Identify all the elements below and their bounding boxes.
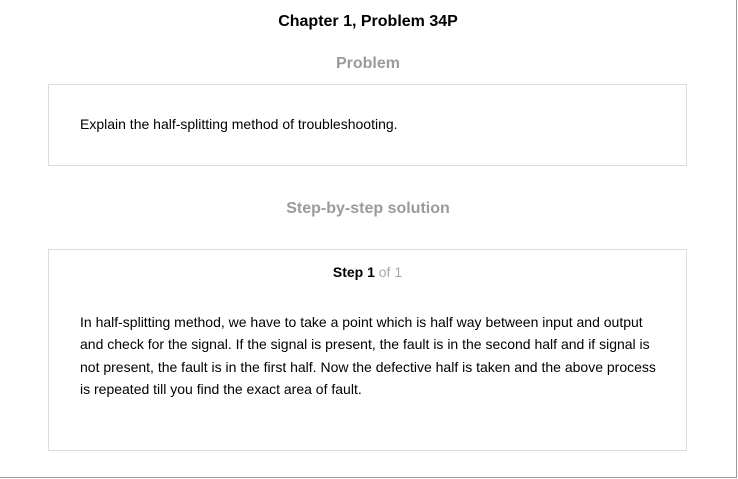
step-text: In half-splitting method, we have to tak… [80, 314, 656, 397]
solution-heading: Step-by-step solution [286, 200, 450, 217]
problem-box: Explain the half-splitting method of tro… [48, 84, 687, 166]
problem-text: Explain the half-splitting method of tro… [80, 116, 398, 132]
page-title: Chapter 1, Problem 34P [278, 13, 458, 30]
step-label: Step 1 [332, 264, 375, 280]
solution-page: Chapter 1, Problem 34P Problem Explain t… [0, 0, 737, 478]
step-header: Step 1 of 1 [49, 263, 686, 281]
step-box: Step 1 of 1 In half-splitting method, we… [48, 249, 687, 451]
problem-heading: Problem [335, 55, 400, 72]
step-count: of 1 [378, 264, 403, 280]
